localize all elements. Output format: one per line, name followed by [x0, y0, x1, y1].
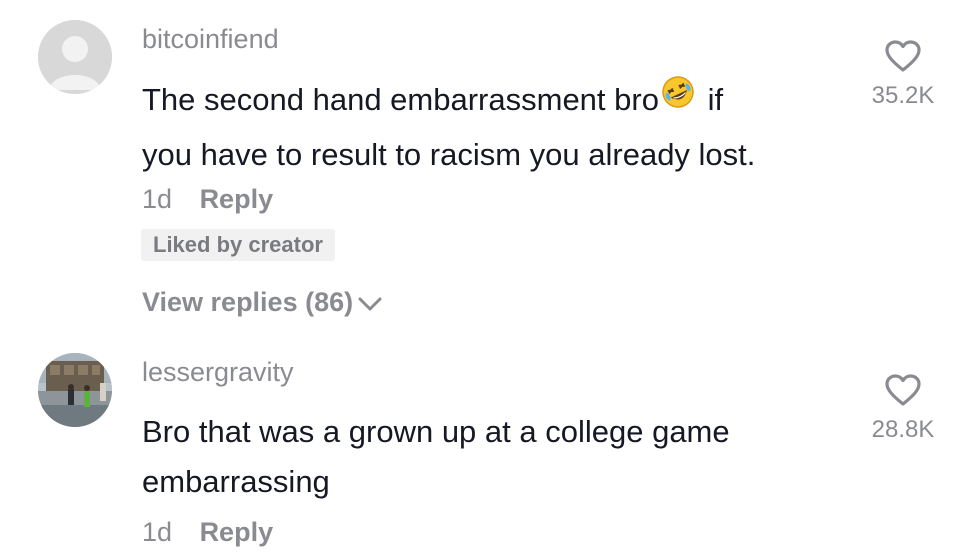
avatar[interactable]	[38, 353, 112, 427]
like-control: 28.8K	[858, 374, 948, 444]
comment-meta: 1d Reply	[142, 517, 273, 548]
like-count: 28.8K	[871, 416, 935, 443]
comment-text-segment: The second hand embarrassment bro	[142, 82, 659, 118]
comment-time: 1d	[142, 184, 173, 214]
comment-meta: 1d Reply	[142, 184, 273, 215]
comment-text-segment: Bro that was a grown up at a college gam…	[142, 414, 730, 449]
liked-by-creator-badge: Liked by creator	[141, 229, 335, 261]
comment-time: 1d	[142, 517, 173, 547]
comment-text-segment: if	[698, 82, 724, 118]
comment-text: The second hand embarrassment bro if you…	[142, 74, 832, 180]
heart-icon[interactable]	[885, 374, 921, 406]
comment-username[interactable]: bitcoinfiend	[142, 24, 279, 55]
comment-username[interactable]: lessergravity	[142, 357, 294, 388]
chevron-down-icon	[358, 297, 382, 311]
reply-button[interactable]: Reply	[200, 184, 274, 214]
default-avatar-icon	[38, 20, 112, 94]
comment-text: Bro that was a grown up at a college gam…	[142, 407, 832, 507]
like-control: 35.2K	[858, 40, 948, 110]
reply-button[interactable]: Reply	[200, 517, 274, 547]
view-replies-button[interactable]: View replies (86)	[142, 287, 383, 318]
comment-text-segment: embarrassing	[142, 464, 330, 499]
rolling-on-floor-laughing-icon	[661, 74, 695, 124]
like-count: 35.2K	[871, 82, 935, 109]
avatar[interactable]	[38, 20, 112, 94]
comment-text-segment: you have to result to racism you already…	[142, 137, 756, 172]
heart-icon[interactable]	[885, 40, 921, 72]
user-photo-avatar	[38, 353, 112, 427]
view-replies-label: View replies (86)	[142, 287, 354, 317]
